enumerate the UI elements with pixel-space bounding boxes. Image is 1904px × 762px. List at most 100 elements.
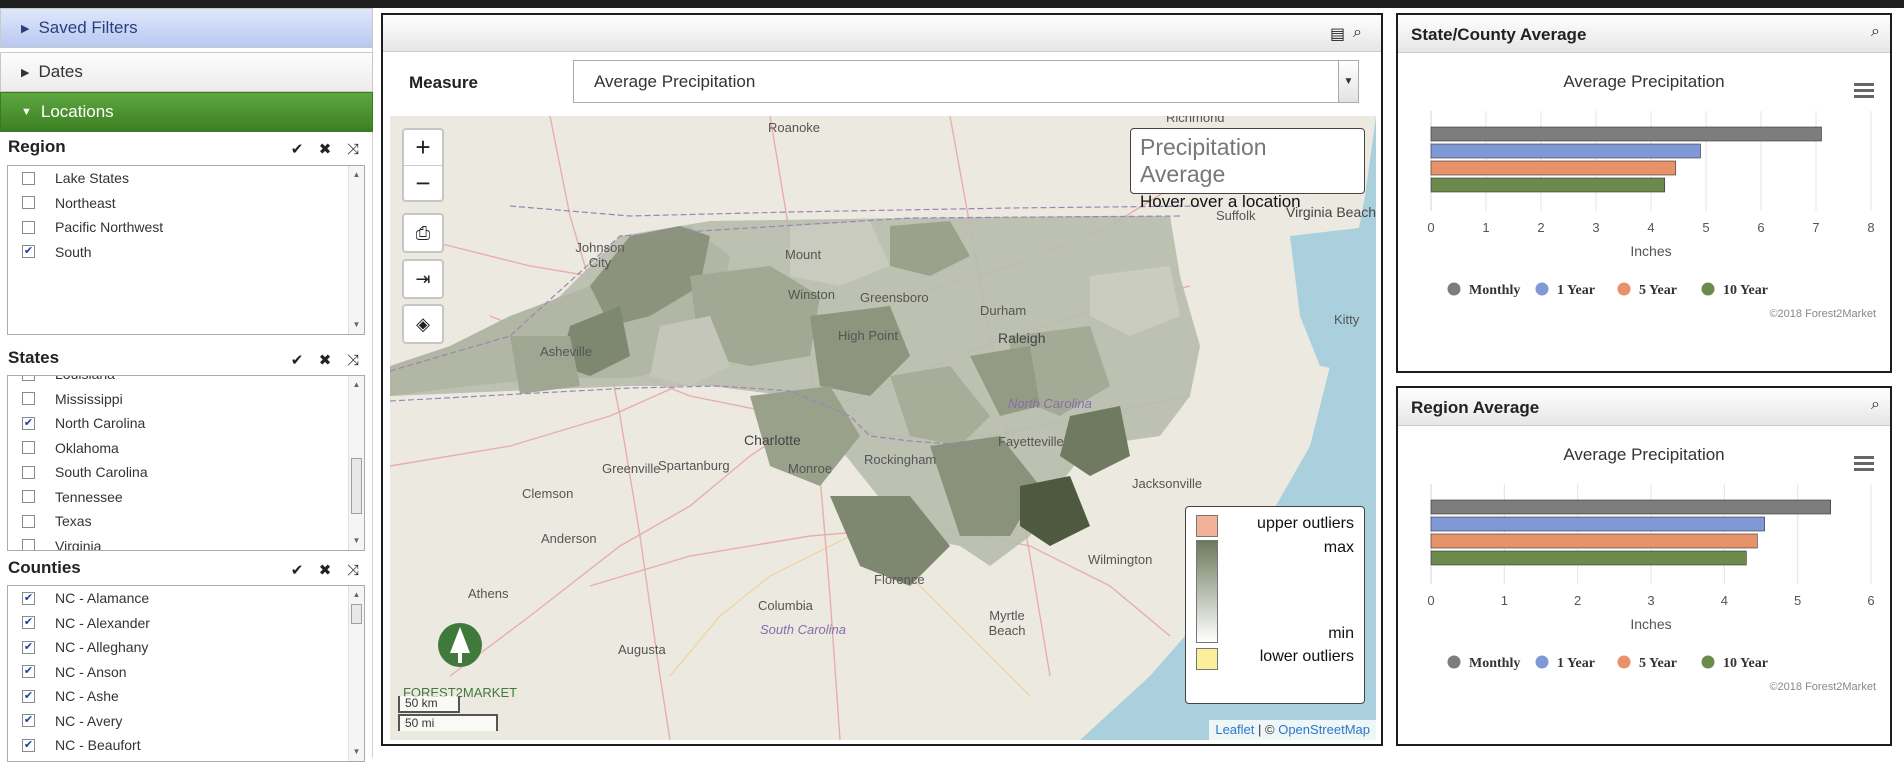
- invert-shuffle-icon[interactable]: ⤨: [339, 559, 367, 581]
- measure-select[interactable]: Average Precipitation ▼: [573, 60, 1359, 103]
- checkbox[interactable]: [22, 514, 35, 528]
- checkbox-checked[interactable]: ✔: [22, 616, 35, 630]
- clear-x-icon[interactable]: ✖: [311, 349, 339, 371]
- legend-marker[interactable]: [1701, 282, 1715, 296]
- counties-item[interactable]: ✔ NC - Alleghany: [8, 635, 348, 660]
- dates-header[interactable]: ▶ Dates: [0, 52, 373, 92]
- checkbox[interactable]: [22, 392, 35, 406]
- states-item[interactable]: Tennessee: [8, 485, 348, 510]
- layers-button[interactable]: ◈: [402, 304, 444, 344]
- chevron-down-icon[interactable]: ▼: [1338, 61, 1358, 102]
- legend-marker[interactable]: [1447, 655, 1461, 669]
- bar-10-year[interactable]: [1430, 177, 1666, 193]
- export-button[interactable]: ⇥: [402, 259, 444, 299]
- states-item[interactable]: Louisiana: [8, 376, 348, 387]
- legend-label[interactable]: 1 Year: [1557, 283, 1595, 298]
- region-item[interactable]: ✔ South: [8, 240, 348, 265]
- zoom-out-button[interactable]: −: [404, 165, 442, 200]
- checkbox[interactable]: [22, 441, 35, 455]
- invert-shuffle-icon[interactable]: ⤨: [339, 349, 367, 371]
- scroll-down-icon[interactable]: ▼: [349, 534, 364, 548]
- legend-marker[interactable]: [1535, 655, 1549, 669]
- checkbox[interactable]: [22, 465, 35, 479]
- states-item[interactable]: Texas: [8, 509, 348, 534]
- checkbox[interactable]: [22, 539, 35, 550]
- select-all-check-icon[interactable]: ✔: [283, 349, 311, 371]
- clear-x-icon[interactable]: ✖: [311, 559, 339, 581]
- leaflet-link[interactable]: Leaflet: [1215, 722, 1254, 737]
- checkbox-checked[interactable]: ✔: [22, 738, 35, 752]
- legend-marker[interactable]: [1701, 655, 1715, 669]
- counties-item[interactable]: ✔ NC - Beaufort: [8, 733, 348, 758]
- chart-menu-icon[interactable]: [1854, 456, 1874, 471]
- checkbox[interactable]: [22, 171, 35, 185]
- bar-5-year[interactable]: [1430, 160, 1677, 176]
- table-view-icon[interactable]: ▤: [1330, 24, 1345, 44]
- states-item[interactable]: South Carolina: [8, 460, 348, 485]
- checkbox[interactable]: [22, 490, 35, 504]
- legend-label[interactable]: 5 Year: [1639, 656, 1677, 671]
- legend-marker[interactable]: [1535, 282, 1549, 296]
- scroll-up-icon[interactable]: ▲: [349, 168, 364, 182]
- states-item[interactable]: Virginia: [8, 534, 348, 550]
- checkbox-checked[interactable]: ✔: [22, 640, 35, 654]
- scroll-up-icon[interactable]: ▲: [349, 588, 364, 602]
- scroll-thumb[interactable]: [351, 458, 362, 514]
- locations-header[interactable]: ▼ Locations: [0, 92, 373, 132]
- chart-menu-icon[interactable]: [1854, 83, 1874, 98]
- states-listbox[interactable]: Louisiana Mississippi ✔ North Carolina Oklah…: [7, 375, 365, 551]
- legend-label[interactable]: 5 Year: [1639, 283, 1677, 298]
- region-item[interactable]: Northeast: [8, 191, 348, 216]
- zoom-magnifier-icon[interactable]: ⌕: [1871, 396, 1880, 414]
- counties-item[interactable]: ✔ NC - Avery: [8, 709, 348, 734]
- bar-monthly[interactable]: [1430, 499, 1831, 515]
- counties-item[interactable]: ✔ NC - Alexander: [8, 611, 348, 636]
- bar-1-year[interactable]: [1430, 143, 1701, 159]
- states-item[interactable]: Mississippi: [8, 387, 348, 412]
- checkbox-checked[interactable]: ✔: [22, 714, 35, 728]
- counties-item[interactable]: ✔ NC - Alamance: [8, 586, 348, 611]
- scroll-thumb[interactable]: [351, 604, 362, 624]
- scroll-down-icon[interactable]: ▼: [349, 318, 364, 332]
- checkbox[interactable]: [22, 220, 35, 234]
- legend-label[interactable]: Monthly: [1469, 656, 1520, 671]
- checkbox-checked[interactable]: ✔: [22, 416, 35, 430]
- checkbox[interactable]: [22, 196, 35, 210]
- legend-marker[interactable]: [1447, 282, 1461, 296]
- bar-monthly[interactable]: [1430, 126, 1822, 142]
- saved-filters-header[interactable]: ▶ Saved Filters: [0, 8, 373, 48]
- counties-item[interactable]: ✔ NC - Ashe: [8, 684, 348, 709]
- legend-label[interactable]: 10 Year: [1723, 656, 1768, 671]
- checkbox[interactable]: [22, 376, 35, 381]
- states-item[interactable]: ✔ North Carolina: [8, 411, 348, 436]
- checkbox-checked[interactable]: ✔: [22, 665, 35, 679]
- scroll-up-icon[interactable]: ▲: [349, 378, 364, 392]
- zoom-magnifier-icon[interactable]: ⌕: [1871, 23, 1880, 41]
- print-button[interactable]: ⎙: [402, 213, 444, 253]
- counties-scrollbar[interactable]: ▲ ▼: [348, 586, 364, 761]
- legend-marker[interactable]: [1617, 655, 1631, 669]
- zoom-magnifier-icon[interactable]: ⌕: [1353, 24, 1362, 42]
- select-all-check-icon[interactable]: ✔: [283, 138, 311, 160]
- checkbox-checked[interactable]: ✔: [22, 591, 35, 605]
- legend-marker[interactable]: [1617, 282, 1631, 296]
- checkbox-checked[interactable]: ✔: [22, 689, 35, 703]
- bar-5-year[interactable]: [1430, 533, 1758, 549]
- states-item[interactable]: Oklahoma: [8, 436, 348, 461]
- zoom-in-button[interactable]: +: [404, 130, 442, 165]
- region-item[interactable]: Lake States: [8, 166, 348, 191]
- invert-shuffle-icon[interactable]: ⤨: [339, 138, 367, 160]
- legend-label[interactable]: Monthly: [1469, 283, 1520, 298]
- bar-10-year[interactable]: [1430, 550, 1747, 566]
- legend-label[interactable]: 10 Year: [1723, 283, 1768, 298]
- select-all-check-icon[interactable]: ✔: [283, 559, 311, 581]
- states-scrollbar[interactable]: ▲ ▼: [348, 376, 364, 550]
- region-scrollbar[interactable]: ▲ ▼: [348, 166, 364, 334]
- counties-item[interactable]: ✔ NC - Anson: [8, 660, 348, 685]
- choropleth-map[interactable]: Roanoke Richmond Johnson City Mount Wins…: [390, 116, 1376, 740]
- osm-link[interactable]: OpenStreetMap: [1278, 722, 1370, 737]
- scroll-down-icon[interactable]: ▼: [349, 745, 364, 759]
- region-listbox[interactable]: Lake States Northeast Pacific Northwest ✔ So…: [7, 165, 365, 335]
- clear-x-icon[interactable]: ✖: [311, 138, 339, 160]
- counties-listbox[interactable]: ✔ NC - Alamance ✔ NC - Alexander ✔ NC - Alleg…: [7, 585, 365, 762]
